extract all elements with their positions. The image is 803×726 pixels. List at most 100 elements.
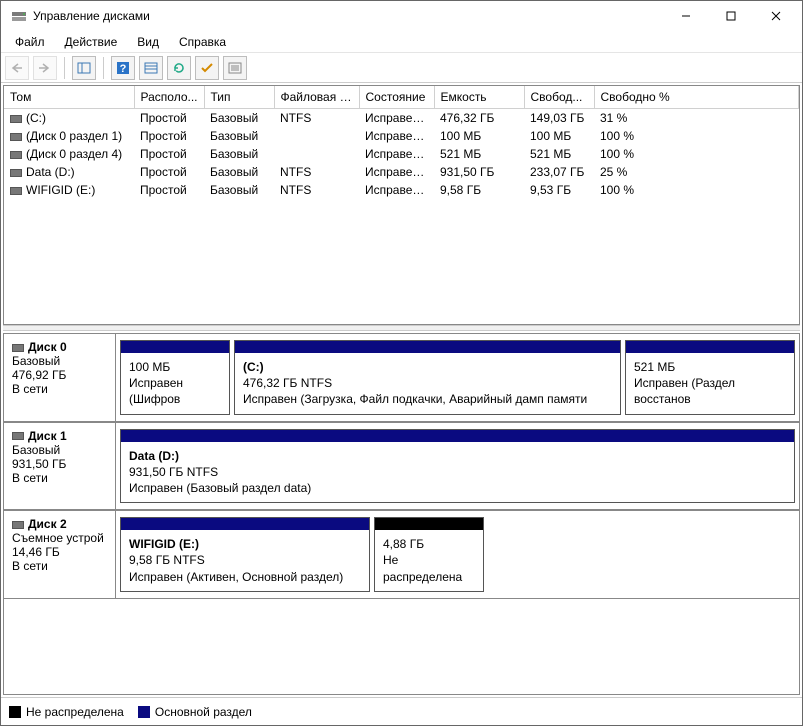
cell-status: Исправен... xyxy=(359,127,434,145)
volume-icon xyxy=(10,115,22,123)
partition-size: 9,58 ГБ NTFS xyxy=(129,552,361,568)
disk-type: Базовый xyxy=(12,354,107,368)
partition-size: 100 МБ xyxy=(129,359,221,375)
cell-layout: Простой xyxy=(134,145,204,163)
disk-body: 100 МБ Исправен (Шифров (C:) 476,32 ГБ N… xyxy=(116,334,799,421)
disk-label[interactable]: Диск 0 Базовый 476,92 ГБ В сети xyxy=(4,334,116,421)
cell-freepct: 31 % xyxy=(594,109,799,128)
partition-header xyxy=(121,518,369,530)
col-layout[interactable]: Располо... xyxy=(134,86,204,109)
partition-content: 100 МБ Исправен (Шифров xyxy=(121,353,229,414)
partition-unallocated[interactable]: 4,88 ГБ Не распределена xyxy=(374,517,484,592)
volume-icon xyxy=(10,133,22,141)
cell-vol: WIFIGID (E:) xyxy=(4,181,134,199)
titlebar: Управление дисками xyxy=(1,1,802,31)
cell-type: Базовый xyxy=(204,181,274,199)
disk-label[interactable]: Диск 1 Базовый 931,50 ГБ В сети xyxy=(4,423,116,510)
back-button[interactable] xyxy=(5,56,29,80)
cell-vol: Data (D:) xyxy=(4,163,134,181)
col-type[interactable]: Тип xyxy=(204,86,274,109)
disk-body: Data (D:) 931,50 ГБ NTFS Исправен (Базов… xyxy=(116,423,799,510)
volume-list[interactable]: Том Располо... Тип Файловая с... Состоян… xyxy=(3,85,800,325)
disk-name: Диск 0 xyxy=(28,340,67,354)
partition-status: Исправен (Шифров xyxy=(129,375,221,407)
col-status[interactable]: Состояние xyxy=(359,86,434,109)
legend-label: Основной раздел xyxy=(155,705,252,719)
partition[interactable]: 521 МБ Исправен (Раздел восстанов xyxy=(625,340,795,415)
table-header: Том Располо... Тип Файловая с... Состоян… xyxy=(4,86,799,109)
cell-capacity: 9,58 ГБ xyxy=(434,181,524,199)
cell-layout: Простой xyxy=(134,163,204,181)
legend-label: Не распределена xyxy=(26,705,124,719)
table-row[interactable]: WIFIGID (E:) ПростойБазовыйNTFSИсправен..… xyxy=(4,181,799,199)
window-title: Управление дисками xyxy=(33,9,663,23)
help-icon[interactable]: ? xyxy=(111,56,135,80)
volume-name: Data (D:) xyxy=(26,165,75,179)
menu-help[interactable]: Справка xyxy=(169,33,236,51)
partition-header xyxy=(375,518,483,530)
app-icon xyxy=(11,8,27,24)
close-button[interactable] xyxy=(753,1,798,31)
table-row[interactable]: Data (D:)ПростойБазовыйNTFSИсправен...93… xyxy=(4,163,799,181)
menu-view[interactable]: Вид xyxy=(127,33,169,51)
refresh-icon[interactable] xyxy=(167,56,191,80)
volume-name: WIFIGID (E:) xyxy=(26,183,95,197)
col-fs[interactable]: Файловая с... xyxy=(274,86,359,109)
svg-text:?: ? xyxy=(120,63,127,75)
volume-icon xyxy=(10,151,22,159)
cell-fs: NTFS xyxy=(274,163,359,181)
partition[interactable]: Data (D:) 931,50 ГБ NTFS Исправен (Базов… xyxy=(120,429,795,504)
cell-fs: NTFS xyxy=(274,181,359,199)
maximize-button[interactable] xyxy=(708,1,753,31)
disk-row-2: Диск 2 Съемное устрой 14,46 ГБ В сети WI… xyxy=(4,511,799,599)
cell-status: Исправен... xyxy=(359,181,434,199)
partition-name: Data (D:) xyxy=(129,448,786,464)
col-capacity[interactable]: Емкость xyxy=(434,86,524,109)
partition-status: Исправен (Раздел восстанов xyxy=(634,375,786,407)
disk-label[interactable]: Диск 2 Съемное устрой 14,46 ГБ В сети xyxy=(4,511,116,598)
partition-name: WIFIGID (E:) xyxy=(129,536,361,552)
partition[interactable]: 100 МБ Исправен (Шифров xyxy=(120,340,230,415)
partition[interactable]: WIFIGID (E:) 9,58 ГБ NTFS Исправен (Акти… xyxy=(120,517,370,592)
cell-capacity: 931,50 ГБ xyxy=(434,163,524,181)
toolbar: ? xyxy=(1,53,802,83)
col-freepct[interactable]: Свободно % xyxy=(594,86,799,109)
menubar: Файл Действие Вид Справка xyxy=(1,31,802,53)
menu-action[interactable]: Действие xyxy=(55,33,128,51)
disk-name: Диск 2 xyxy=(28,517,67,531)
table-row[interactable]: (C:)ПростойБазовыйNTFSИсправен...476,32 … xyxy=(4,109,799,128)
disk-body: WIFIGID (E:) 9,58 ГБ NTFS Исправен (Акти… xyxy=(116,511,799,598)
content-area: Том Располо... Тип Файловая с... Состоян… xyxy=(1,83,802,725)
partition-size: 476,32 ГБ NTFS xyxy=(243,375,612,391)
cell-layout: Простой xyxy=(134,181,204,199)
forward-button[interactable] xyxy=(33,56,57,80)
splitter[interactable] xyxy=(3,325,800,331)
partition-content: Data (D:) 931,50 ГБ NTFS Исправен (Базов… xyxy=(121,442,794,503)
grid-icon[interactable] xyxy=(139,56,163,80)
volume-icon xyxy=(10,187,22,195)
panel-icon[interactable] xyxy=(72,56,96,80)
empty-space xyxy=(488,517,795,592)
cell-capacity: 476,32 ГБ xyxy=(434,109,524,128)
partition-header xyxy=(121,341,229,353)
cell-status: Исправен... xyxy=(359,163,434,181)
table-row[interactable]: (Диск 0 раздел 4)ПростойБазовыйИсправен.… xyxy=(4,145,799,163)
disk-type: Съемное устрой xyxy=(12,531,107,545)
partition-header xyxy=(235,341,620,353)
list-icon[interactable] xyxy=(223,56,247,80)
disk-icon xyxy=(12,521,24,529)
partition[interactable]: (C:) 476,32 ГБ NTFS Исправен (Загрузка, … xyxy=(234,340,621,415)
check-icon[interactable] xyxy=(195,56,219,80)
cell-status: Исправен... xyxy=(359,109,434,128)
col-volume[interactable]: Том xyxy=(4,86,134,109)
col-free[interactable]: Свобод... xyxy=(524,86,594,109)
minimize-button[interactable] xyxy=(663,1,708,31)
cell-type: Базовый xyxy=(204,127,274,145)
cell-fs xyxy=(274,127,359,145)
disk-name: Диск 1 xyxy=(28,429,67,443)
cell-free: 233,07 ГБ xyxy=(524,163,594,181)
table-row[interactable]: (Диск 0 раздел 1)ПростойБазовыйИсправен.… xyxy=(4,127,799,145)
menu-file[interactable]: Файл xyxy=(5,33,55,51)
volume-icon xyxy=(10,169,22,177)
window-buttons xyxy=(663,1,798,31)
